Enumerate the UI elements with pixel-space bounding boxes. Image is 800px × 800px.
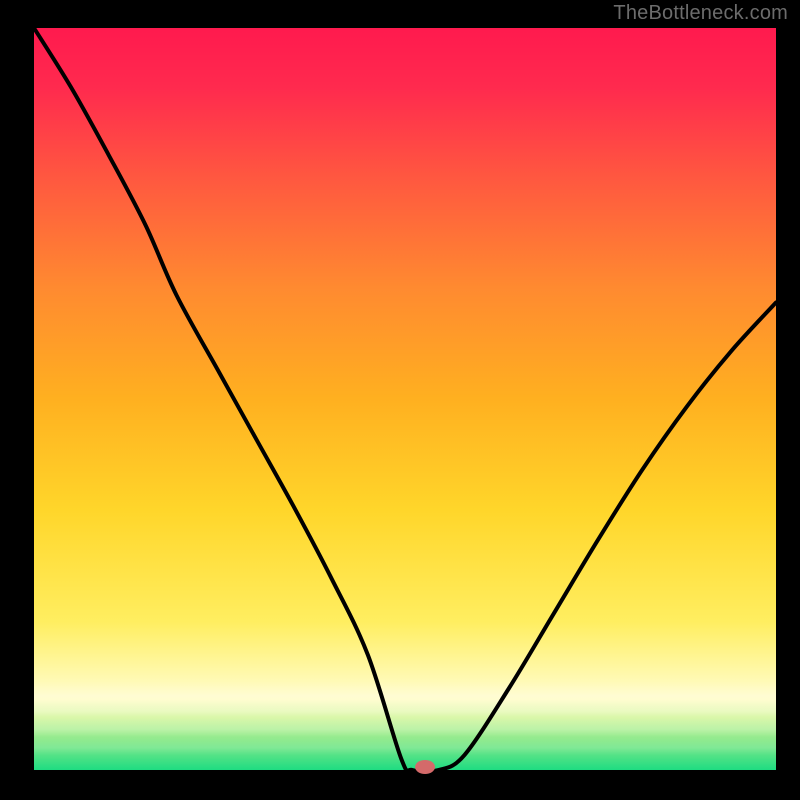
- minimum-marker: [415, 760, 435, 774]
- plot-area: [34, 28, 776, 770]
- bottleneck-chart: [0, 0, 800, 800]
- watermark-text: TheBottleneck.com: [613, 2, 788, 25]
